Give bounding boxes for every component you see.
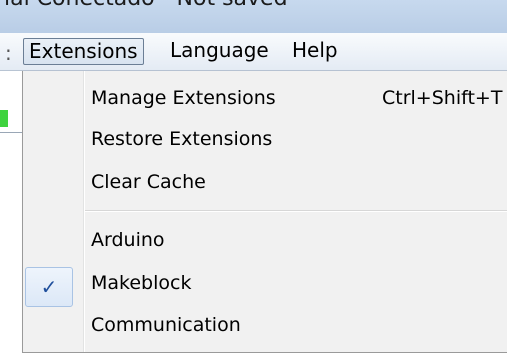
extensions-dropdown-menu: Manage Extensions Ctrl+Shift+T Restore E… [22,71,507,353]
check-icon: ✓ [25,267,73,307]
menu-separator [85,210,507,212]
window-title-bar: ial Conectado - Not saved [0,0,507,33]
menu-overflow-separator: : [5,41,12,65]
menu-item-communication[interactable]: Communication [91,311,241,339]
menu-help[interactable]: Help [287,38,343,63]
panel-divider [0,132,22,133]
window-title: ial Conectado - Not saved [4,0,288,11]
checkmark-glyph: ✓ [40,275,58,299]
menu-item-manage-extensions[interactable]: Manage Extensions [91,84,276,112]
menu-item-arduino[interactable]: Arduino [91,226,165,254]
menu-bar: : Extensions Language Help [0,33,507,71]
menu-extensions[interactable]: Extensions [23,38,144,65]
shortcut-manage-extensions: Ctrl+Shift+T [382,87,503,109]
menu-language[interactable]: Language [165,38,274,63]
menu-item-clear-cache[interactable]: Clear Cache [91,168,206,196]
menu-item-makeblock[interactable]: Makeblock [91,269,191,297]
status-indicator [0,110,8,127]
menu-item-restore-extensions[interactable]: Restore Extensions [91,125,272,153]
